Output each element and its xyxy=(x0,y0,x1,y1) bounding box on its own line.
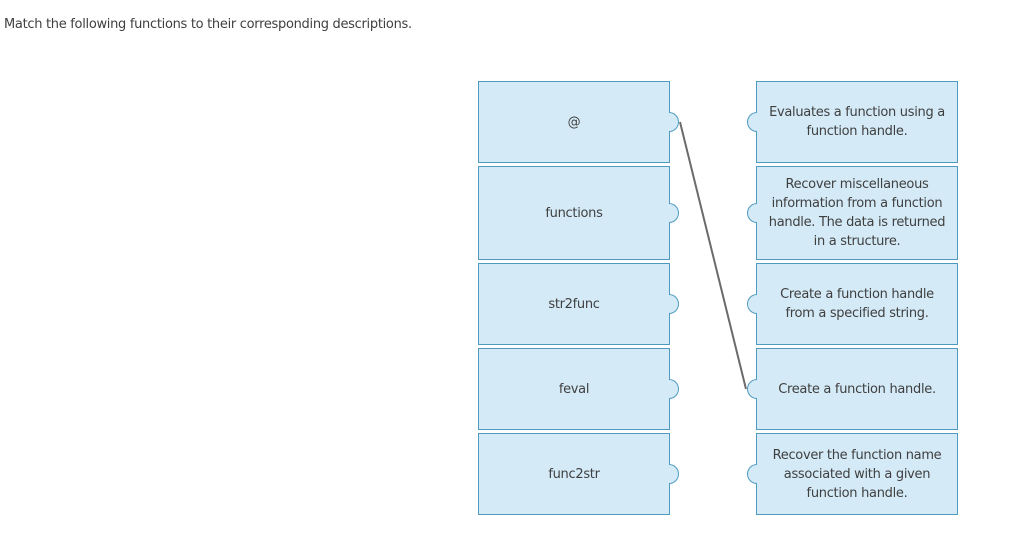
match-item-right-create-handle[interactable]: Create a function handle. xyxy=(747,348,958,430)
connector-socket[interactable] xyxy=(747,379,757,399)
match-item-right-recover-name[interactable]: Recover the function name associated wit… xyxy=(747,433,958,515)
match-item-label: feval xyxy=(558,381,590,397)
match-item-label: Recover miscellaneous information from a… xyxy=(768,177,946,249)
connector-socket[interactable] xyxy=(747,112,757,132)
match-item-left-functions[interactable]: functions xyxy=(478,166,679,260)
match-item-label: functions xyxy=(545,205,603,221)
match-item-left-func2str[interactable]: func2str xyxy=(478,433,679,515)
match-item-right-from-string[interactable]: Create a function handle from a specifie… xyxy=(747,263,958,345)
connector-socket[interactable] xyxy=(747,464,757,484)
connector-handle[interactable] xyxy=(669,379,679,399)
match-item-label: func2str xyxy=(548,466,600,482)
match-item-label: Create a function handle from a specifie… xyxy=(780,287,934,321)
connector-socket[interactable] xyxy=(747,294,757,314)
connector-handle[interactable] xyxy=(669,464,679,484)
match-item-left-at[interactable]: @ xyxy=(478,81,679,163)
match-item-label: Recover the function name associated wit… xyxy=(772,447,942,501)
connector-handle[interactable] xyxy=(669,203,679,223)
match-item-left-feval[interactable]: feval xyxy=(478,348,679,430)
match-item-label: str2func xyxy=(548,296,600,312)
match-item-right-recover-info[interactable]: Recover miscellaneous information from a… xyxy=(747,166,958,260)
match-item-right-evaluates[interactable]: Evaluates a function using a function ha… xyxy=(747,81,958,163)
connector-handle[interactable] xyxy=(669,294,679,314)
connector-socket[interactable] xyxy=(747,203,757,223)
match-item-label: Create a function handle. xyxy=(778,381,936,397)
match-item-label: @ xyxy=(567,114,581,130)
instructions-text: Match the following functions to their c… xyxy=(4,17,412,32)
match-item-left-str2func[interactable]: str2func xyxy=(478,263,679,345)
match-connector-line[interactable] xyxy=(679,121,747,390)
connector-handle[interactable] xyxy=(669,112,679,132)
match-item-label: Evaluates a function using a function ha… xyxy=(769,105,945,139)
